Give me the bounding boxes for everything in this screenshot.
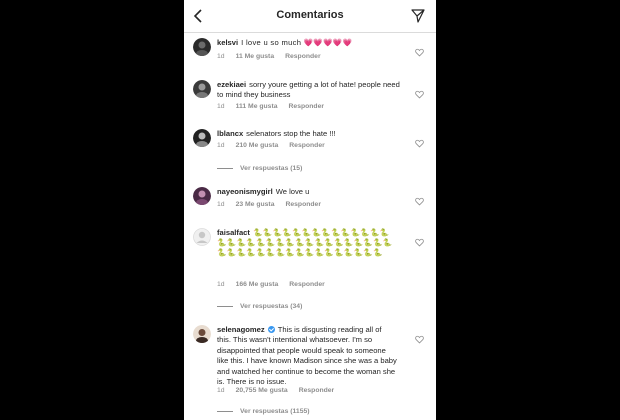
heart-icon[interactable]: [415, 234, 424, 247]
avatar[interactable]: [193, 129, 211, 147]
heart-icon[interactable]: [415, 135, 424, 148]
heart-icon[interactable]: [415, 86, 424, 99]
comment-meta: 1d 11 Me gusta Responder: [217, 53, 332, 60]
likes-count[interactable]: 166 Me gusta: [236, 281, 279, 288]
avatar[interactable]: [193, 80, 211, 98]
view-replies-button[interactable]: Ver respuestas (34): [217, 303, 302, 310]
view-replies-label: Ver respuestas (1155): [240, 408, 310, 415]
comment-meta: 1d 166 Me gusta Responder: [217, 281, 336, 288]
reply-button[interactable]: Responder: [289, 142, 325, 149]
avatar[interactable]: [193, 38, 211, 56]
comment-username[interactable]: selenagomez: [217, 325, 265, 334]
reply-button[interactable]: Responder: [285, 53, 321, 60]
avatar[interactable]: [193, 228, 211, 246]
view-replies-button[interactable]: Ver respuestas (15): [217, 165, 302, 172]
heart-icon[interactable]: [415, 44, 424, 57]
header-bar: Comentarios: [184, 0, 436, 33]
reply-button[interactable]: Responder: [289, 281, 325, 288]
comment-text: We love u: [275, 187, 310, 196]
comments-screen: Comentarios kelsvi I love u so much 💗💗💗💗💗…: [184, 0, 436, 420]
likes-count[interactable]: 210 Me gusta: [236, 142, 279, 149]
comment-text: This is disgusting reading all of this. …: [217, 325, 397, 387]
comment-text: I love u so much 💗💗💗💗💗: [241, 38, 353, 47]
comment-username[interactable]: faisalfact: [217, 228, 250, 237]
comment-time: 1d: [217, 53, 225, 60]
view-replies-label: Ver respuestas (34): [240, 303, 303, 310]
page-title: Comentarios: [276, 9, 344, 21]
comment-meta: 1d 111 Me gusta Responder: [217, 103, 335, 110]
likes-count[interactable]: 111 Me gusta: [236, 103, 278, 110]
reply-button[interactable]: Responder: [299, 387, 335, 394]
comment-meta: 1d 23 Me gusta Responder: [217, 201, 332, 208]
comment-meta: 1d 20,755 Me gusta Responder: [217, 387, 345, 394]
view-replies-label: Ver respuestas (15): [240, 165, 303, 172]
comment-username[interactable]: ezekiaei: [217, 80, 246, 89]
comment-username[interactable]: nayeonismygirl: [217, 187, 273, 196]
heart-icon[interactable]: [415, 193, 424, 206]
likes-count[interactable]: 23 Me gusta: [236, 201, 275, 208]
reply-button[interactable]: Responder: [285, 201, 321, 208]
likes-count[interactable]: 11 Me gusta: [236, 53, 275, 60]
comment-time: 1d: [217, 201, 225, 208]
comment-time: 1d: [217, 103, 225, 110]
reply-button[interactable]: Responder: [289, 103, 325, 110]
comment-time: 1d: [217, 281, 225, 288]
avatar[interactable]: [193, 325, 211, 343]
verified-badge-icon: [267, 326, 275, 333]
comment-meta: 1d 210 Me gusta Responder: [217, 142, 336, 149]
comment-username[interactable]: lblancx: [217, 129, 243, 138]
heart-icon[interactable]: [415, 331, 424, 344]
view-replies-button[interactable]: Ver respuestas (1155): [217, 408, 310, 415]
avatar[interactable]: [193, 187, 211, 205]
comment-username[interactable]: kelsvi: [217, 38, 238, 47]
comment-time: 1d: [217, 387, 225, 394]
comment-time: 1d: [217, 142, 225, 149]
likes-count[interactable]: 20,755 Me gusta: [236, 387, 288, 394]
paper-plane-icon[interactable]: [410, 8, 426, 24]
comment-text: selenators stop the hate !!!: [246, 129, 336, 138]
